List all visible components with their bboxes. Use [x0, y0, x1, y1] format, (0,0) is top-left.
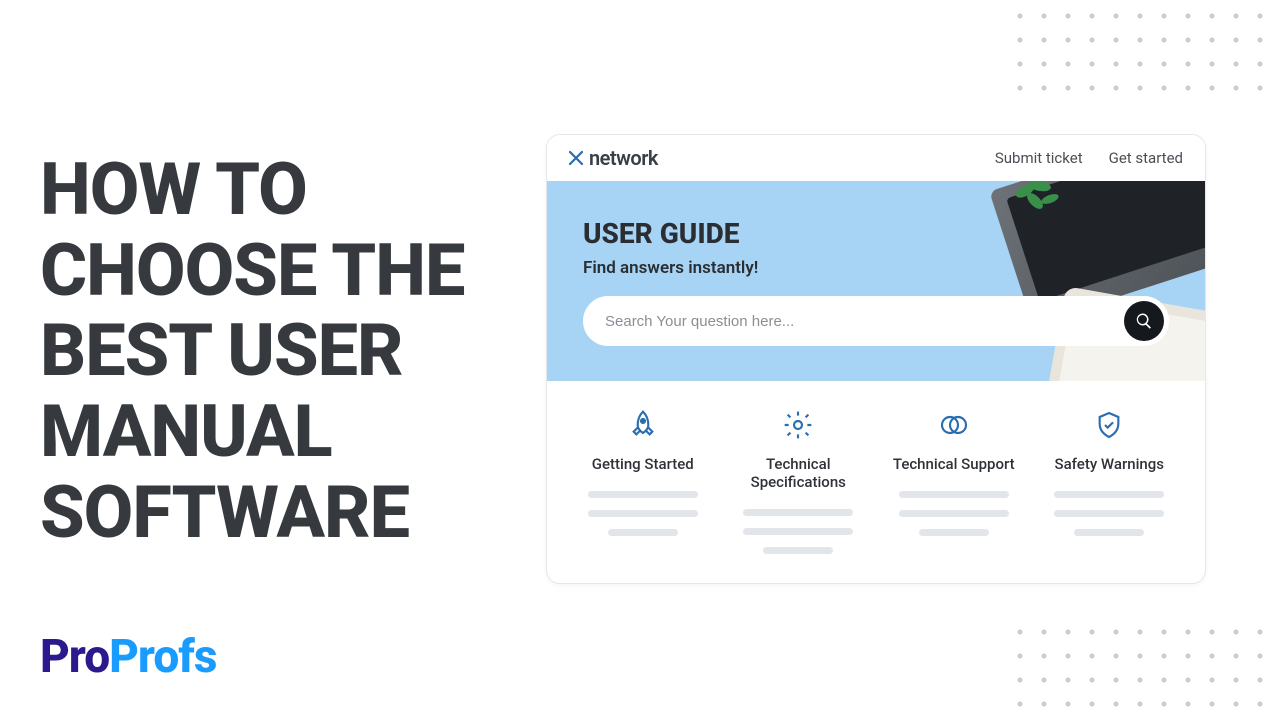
page-title: HOW TO CHOOSE THE BEST USER MANUAL SOFTW… [40, 150, 500, 553]
skeleton-line [919, 529, 989, 536]
logo-part-2: Profs [109, 630, 216, 684]
skeleton-line [588, 510, 698, 517]
decorative-dots-bottom [1008, 620, 1280, 720]
header-links: Submit ticket Get started [995, 149, 1183, 167]
category-label: Technical Specifications [723, 455, 873, 491]
brand: network [567, 146, 658, 170]
card-header: network Submit ticket Get started [547, 135, 1205, 181]
hero-subtitle: Find answers instantly! [583, 258, 1169, 278]
search-wrap [583, 296, 1169, 346]
gear-icon [782, 409, 814, 441]
category-safety-warnings[interactable]: Safety Warnings [1034, 409, 1184, 566]
decorative-dots-top [1008, 4, 1280, 104]
category-label: Getting Started [592, 455, 694, 473]
skeleton-line [588, 491, 698, 498]
brand-name: network [589, 146, 658, 170]
skeleton-line [763, 547, 833, 554]
submit-ticket-link[interactable]: Submit ticket [995, 149, 1083, 167]
search-button[interactable] [1124, 301, 1164, 341]
category-getting-started[interactable]: Getting Started [568, 409, 718, 566]
rocket-icon [627, 409, 659, 441]
circles-icon [938, 409, 970, 441]
skeleton-line [1054, 491, 1164, 498]
search-icon [1135, 312, 1153, 330]
logo-part-1: Pro [40, 630, 109, 684]
category-technical-specifications[interactable]: Technical Specifications [723, 409, 873, 566]
category-label: Safety Warnings [1055, 455, 1165, 473]
category-row: Getting Started Technical Specifications… [547, 381, 1205, 566]
search-input[interactable] [583, 296, 1169, 346]
skeleton-line [743, 509, 853, 516]
skeleton-line [1054, 510, 1164, 517]
skeleton-line [899, 510, 1009, 517]
category-label: Technical Support [893, 455, 1015, 473]
skeleton-line [1074, 529, 1144, 536]
decor-plant [1005, 181, 1065, 221]
skeleton-line [743, 528, 853, 535]
hero-title: USER GUIDE [583, 217, 1169, 250]
shield-icon [1093, 409, 1125, 441]
skeleton-line [899, 491, 1009, 498]
hero-banner: USER GUIDE Find answers instantly! [547, 181, 1205, 381]
brand-mark-icon [567, 149, 585, 167]
get-started-link[interactable]: Get started [1109, 149, 1183, 167]
proprofs-logo: ProProfs [40, 630, 216, 684]
skeleton-line [608, 529, 678, 536]
category-technical-support[interactable]: Technical Support [879, 409, 1029, 566]
app-preview-card: network Submit ticket Get started USER G… [546, 134, 1206, 584]
